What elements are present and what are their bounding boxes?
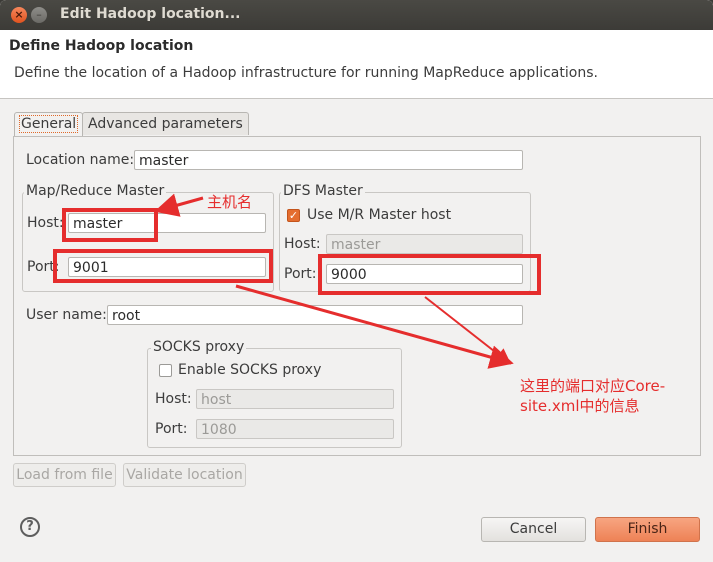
annotation-port-line1: 这里的端口对应Core- bbox=[520, 377, 666, 395]
dialog-window: × – Edit Hadoop location... Define Hadoo… bbox=[0, 0, 713, 562]
arrow-from-dfs-port bbox=[424, 296, 512, 365]
annotation-port-line2: site.xml中的信息 bbox=[520, 397, 640, 415]
annotation-arrows bbox=[154, 193, 514, 369]
annotation-hostname: 主机名 bbox=[207, 193, 253, 211]
arrow-to-host bbox=[154, 193, 204, 217]
arrow-from-mr-port bbox=[235, 284, 514, 369]
